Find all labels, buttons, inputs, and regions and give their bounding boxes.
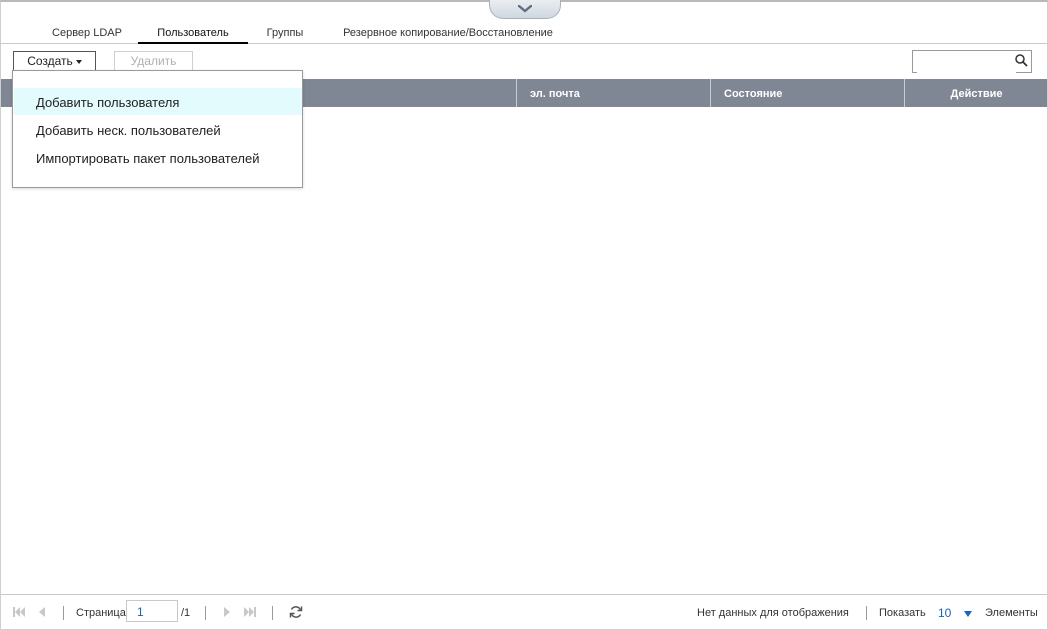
menu-item-add-multiple-users[interactable]: Добавить неск. пользователей bbox=[14, 116, 302, 143]
create-button-label: Создать bbox=[27, 54, 73, 68]
next-page-icon[interactable] bbox=[222, 606, 234, 618]
show-label: Показать bbox=[879, 607, 926, 619]
tab-groups[interactable]: Группы bbox=[262, 22, 308, 42]
create-button[interactable]: Создать bbox=[13, 51, 96, 72]
dropdown-arrow-icon bbox=[964, 611, 973, 618]
divider bbox=[63, 606, 64, 620]
tab-ldap-server[interactable]: Сервер LDAP bbox=[48, 22, 126, 42]
column-header-email[interactable]: эл. почта bbox=[516, 79, 709, 107]
divider bbox=[272, 606, 273, 620]
no-data-message: Нет данных для отображения bbox=[697, 607, 849, 619]
divider bbox=[866, 606, 867, 620]
search-box bbox=[912, 50, 1032, 73]
search-input[interactable] bbox=[917, 52, 1016, 73]
tab-bar: Сервер LDAP Пользователь Группы Резервно… bbox=[0, 22, 1048, 44]
first-page-icon[interactable] bbox=[13, 606, 25, 618]
page-total: /1 bbox=[181, 607, 191, 619]
refresh-icon[interactable] bbox=[289, 605, 303, 619]
search-icon[interactable] bbox=[1015, 54, 1028, 72]
page-size-select[interactable]: 10 bbox=[938, 606, 973, 620]
page-label: Страница bbox=[76, 607, 126, 619]
last-page-icon[interactable] bbox=[244, 606, 256, 618]
caret-down-icon bbox=[75, 59, 82, 64]
page-size-value: 10 bbox=[938, 606, 952, 620]
tab-backup-restore[interactable]: Резервное копирование/Восстановление bbox=[335, 22, 561, 42]
items-label: Элементы bbox=[985, 607, 1038, 619]
collapse-panel-button[interactable] bbox=[489, 0, 561, 19]
prev-page-icon[interactable] bbox=[35, 606, 47, 618]
menu-item-add-user[interactable]: Добавить пользователя bbox=[14, 88, 302, 115]
chevron-down-icon bbox=[518, 4, 532, 13]
create-dropdown-menu: Добавить пользователя Добавить неск. пол… bbox=[12, 70, 303, 188]
page-number-input[interactable]: 1 bbox=[126, 600, 178, 622]
pagination-footer: Страница 1 /1 Нет данных для отображения… bbox=[1, 594, 1047, 628]
column-header-status[interactable]: Состояние bbox=[710, 79, 903, 107]
tab-user[interactable]: Пользователь bbox=[138, 22, 248, 44]
menu-item-import-users[interactable]: Импортировать пакет пользователей bbox=[14, 144, 302, 171]
column-header-action[interactable]: Действие bbox=[904, 79, 1048, 107]
delete-button[interactable]: Удалить bbox=[114, 51, 193, 72]
divider bbox=[205, 606, 206, 620]
